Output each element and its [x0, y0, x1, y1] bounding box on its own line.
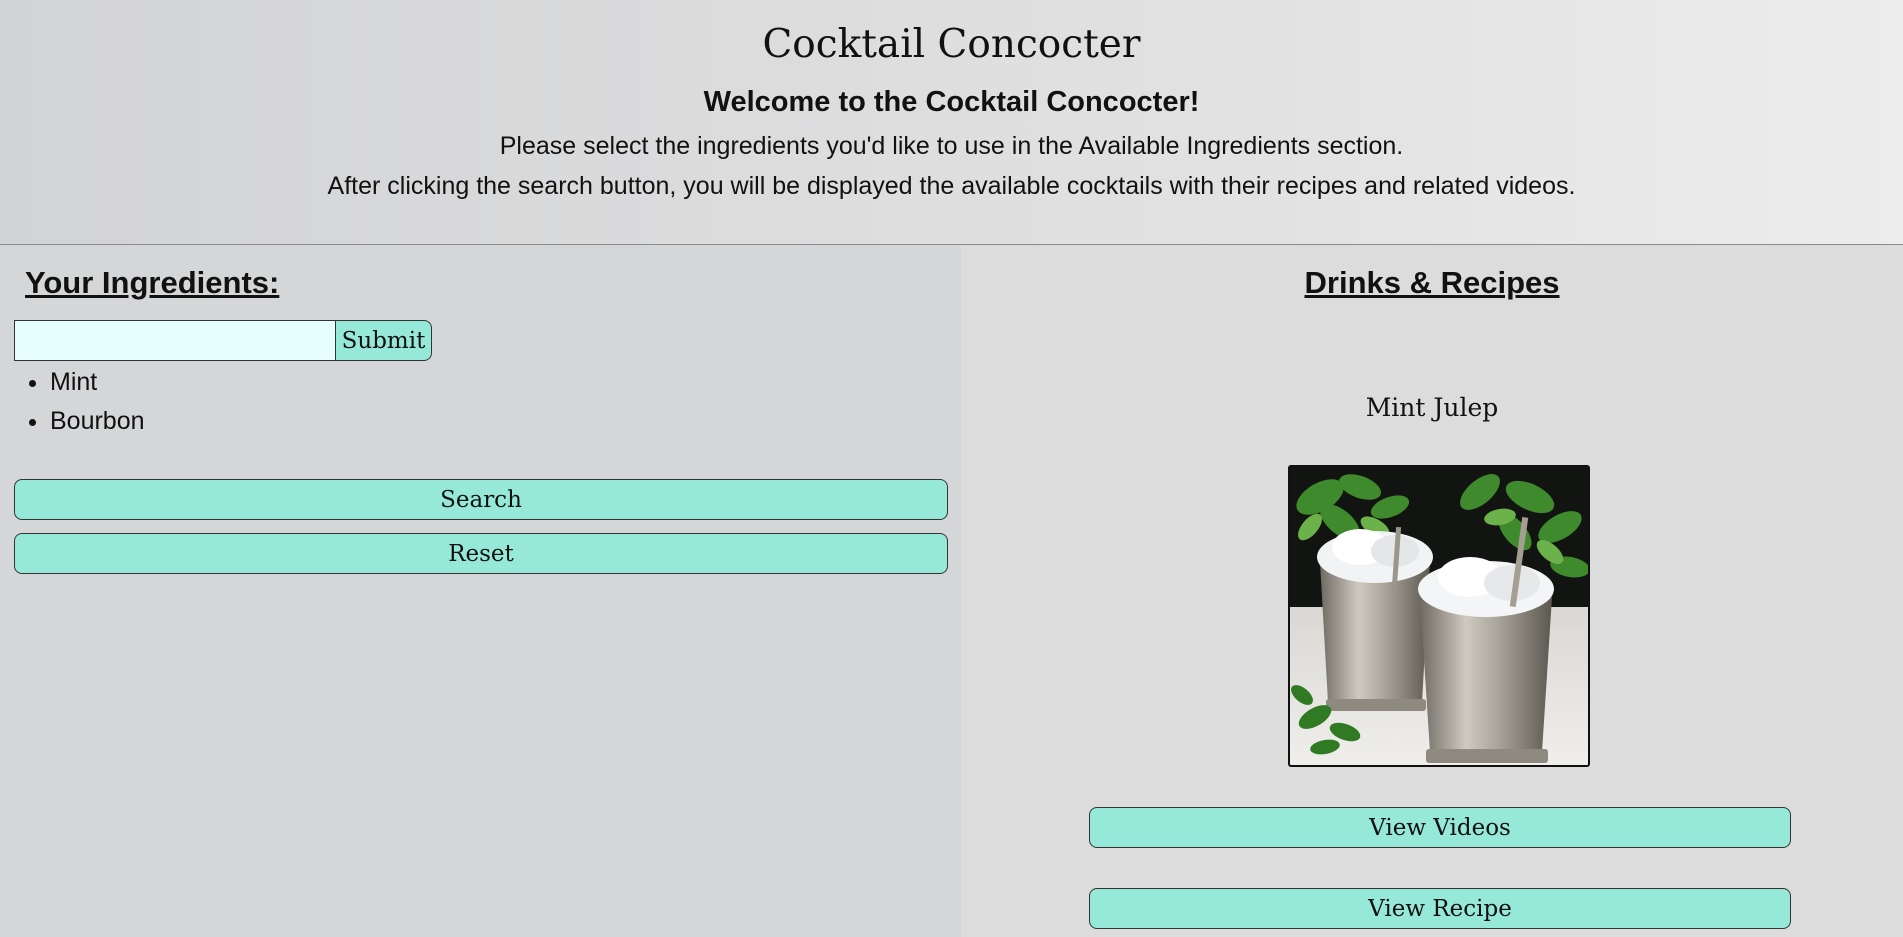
- drink-name: Mint Julep: [1365, 393, 1499, 422]
- submit-button[interactable]: Submit: [335, 320, 432, 361]
- view-videos-button[interactable]: View Videos: [1089, 807, 1791, 848]
- drinks-panel: Drinks & Recipes Mint Julep View Videos …: [961, 245, 1903, 937]
- ingredient-item: Bourbon: [50, 402, 145, 441]
- page-header: Cocktail Concocter Welcome to the Cockta…: [0, 0, 1903, 245]
- reset-button[interactable]: Reset: [14, 533, 948, 574]
- ingredients-panel: Your Ingredients: Submit Mint Bourbon Se…: [0, 245, 961, 937]
- ingredient-item: Mint: [50, 363, 145, 402]
- drink-image: [1288, 465, 1590, 767]
- instruction-text-1: Please select the ingredients you'd like…: [499, 132, 1404, 160]
- welcome-heading: Welcome to the Cocktail Concocter!: [703, 86, 1200, 118]
- search-button[interactable]: Search: [14, 479, 948, 520]
- ingredient-list: Mint Bourbon: [0, 363, 145, 441]
- ingredients-title: Your Ingredients:: [25, 265, 280, 300]
- view-recipe-button[interactable]: View Recipe: [1089, 888, 1791, 929]
- ingredient-input[interactable]: [14, 320, 336, 361]
- app-title: Cocktail Concocter: [762, 22, 1141, 67]
- instruction-text-2: After clicking the search button, you wi…: [327, 172, 1576, 200]
- drinks-title: Drinks & Recipes: [1304, 265, 1560, 300]
- mint-julep-photo: [1290, 467, 1588, 765]
